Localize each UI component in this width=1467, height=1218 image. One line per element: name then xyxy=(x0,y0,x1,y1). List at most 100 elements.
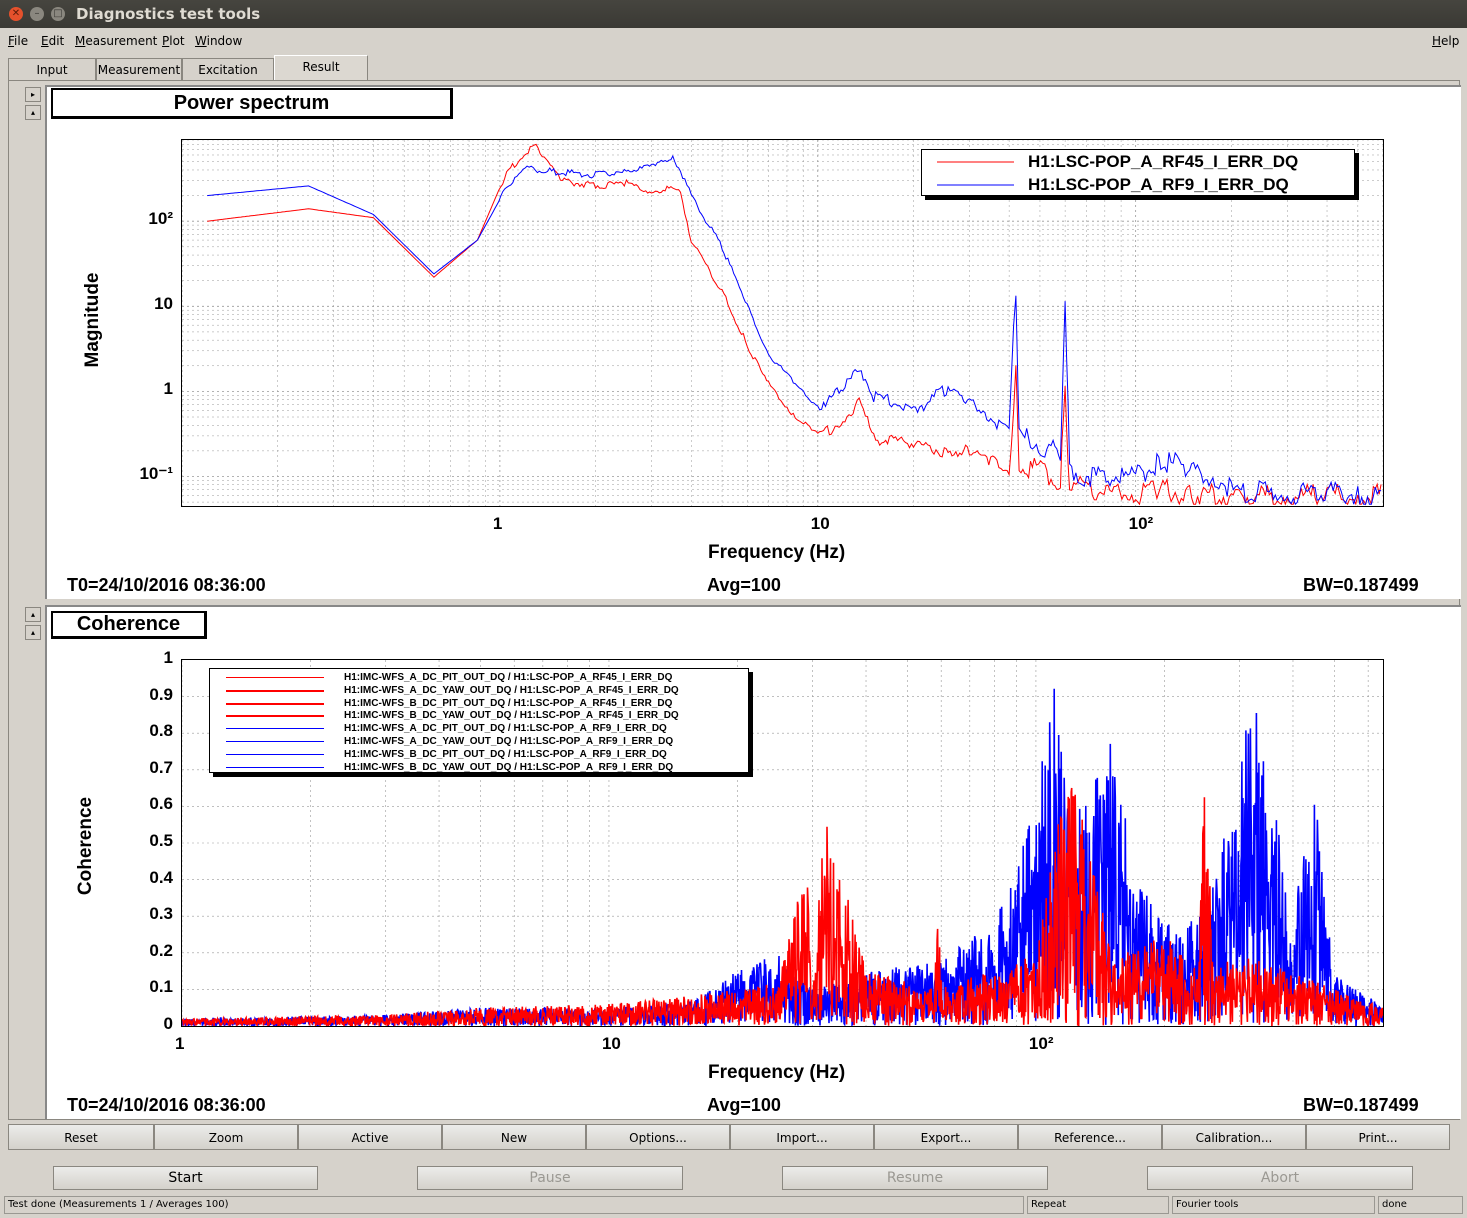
x-axis-title: Frequency (Hz) xyxy=(708,542,846,563)
y-tick-label: 0.2 xyxy=(149,940,173,960)
x-tick-label: 10² xyxy=(1128,514,1154,533)
import-button[interactable]: Import... xyxy=(730,1124,874,1150)
y-tick-label: 10² xyxy=(148,209,173,229)
legend-label: H1:IMC-WFS_A_DC_YAW_OUT_DQ / H1:LSC-POP_… xyxy=(344,684,679,696)
menu-file[interactable]: File xyxy=(8,34,28,48)
x-axis-title: Frequency (Hz) xyxy=(708,1062,846,1083)
calibration-button[interactable]: Calibration... xyxy=(1162,1124,1306,1150)
abort-button[interactable]: Abort xyxy=(1147,1166,1413,1190)
y-tick-label: 0.9 xyxy=(149,684,173,704)
menu-plot[interactable]: Plot xyxy=(162,34,185,48)
reset-button[interactable]: Reset xyxy=(8,1124,154,1150)
window-titlebar: ✕ – □ Diagnostics test tools xyxy=(0,0,1467,28)
status-repeat: Repeat xyxy=(1027,1196,1169,1214)
x-tick-label: 1 xyxy=(175,1034,185,1053)
legend-entry: H1:IMC-WFS_A_DC_YAW_OUT_DQ / H1:LSC-POP_… xyxy=(210,736,750,748)
tab-input[interactable]: Input xyxy=(8,58,96,80)
legend-label: H1:IMC-WFS_A_DC_PIT_OUT_DQ / H1:LSC-POP_… xyxy=(344,672,673,683)
plot-title[interactable]: Coherence xyxy=(51,611,207,639)
y-tick-label: 0.1 xyxy=(149,977,173,997)
pause-button[interactable]: Pause xyxy=(417,1166,683,1190)
tab-measurement[interactable]: Measurement xyxy=(96,58,182,80)
menu-window[interactable]: Window xyxy=(195,34,242,48)
legend-label: H1:IMC-WFS_B_DC_YAW_OUT_DQ / H1:LSC-POP_… xyxy=(344,761,674,773)
series-line-1 xyxy=(207,154,1382,506)
y-tick-label: 10⁻¹ xyxy=(139,464,173,484)
legend-label: H1:IMC-WFS_B_DC_YAW_OUT_DQ / H1:LSC-POP_… xyxy=(344,710,679,722)
y-axis-title: Coherence xyxy=(75,796,96,896)
menu-edit[interactable]: Edit xyxy=(41,34,64,48)
new-button[interactable]: New xyxy=(442,1124,586,1150)
bw-label: BW=0.187499 xyxy=(1303,1095,1419,1115)
y-axis-title: Magnitude xyxy=(82,272,103,368)
y-tick-label: 0.3 xyxy=(149,904,173,924)
y-tick-label: 0.8 xyxy=(149,721,173,741)
legend-label-rf45: H1:LSC-POP_A_RF45_I_ERR_DQ xyxy=(1028,152,1299,171)
legend-swatch xyxy=(226,741,324,742)
x-tick-label: 1 xyxy=(492,514,503,533)
t0-label: T0=24/10/2016 08:36:00 xyxy=(67,1095,266,1115)
export-button[interactable]: Export... xyxy=(874,1124,1018,1150)
maximize-icon[interactable]: □ xyxy=(51,7,65,21)
y-tick-label: 0.7 xyxy=(149,757,173,777)
y-tick-label: 1 xyxy=(163,379,173,399)
plot-title[interactable]: Power spectrum xyxy=(51,88,453,119)
legend-swatch xyxy=(226,677,324,678)
legend-entry: H1:IMC-WFS_A_DC_YAW_OUT_DQ / H1:LSC-POP_… xyxy=(210,685,750,697)
resume-button[interactable]: Resume xyxy=(782,1166,1048,1190)
legend-label: H1:IMC-WFS_B_DC_PIT_OUT_DQ / H1:LSC-POP_… xyxy=(344,697,673,709)
pad-up-arrow-icon[interactable]: ▴ xyxy=(25,607,41,622)
start-button[interactable]: Start xyxy=(53,1166,318,1190)
y-tick-label: 10 xyxy=(154,294,173,314)
print-button[interactable]: Print... xyxy=(1306,1124,1450,1150)
tab-result[interactable]: Result xyxy=(274,55,368,80)
menu-help[interactable]: Help xyxy=(1432,34,1459,48)
reference-button[interactable]: Reference... xyxy=(1018,1124,1162,1150)
legend-swatch xyxy=(226,766,324,768)
tab-excitation[interactable]: Excitation xyxy=(182,58,274,80)
status-bar: Test done (Measurements 1 / Averages 100… xyxy=(4,1196,1463,1214)
y-tick-label: 0.4 xyxy=(149,867,173,887)
menu-measurement[interactable]: Measurement xyxy=(75,34,157,48)
legend-swatch xyxy=(226,715,324,718)
close-icon[interactable]: ✕ xyxy=(9,7,23,21)
legend-swatch xyxy=(226,689,324,692)
pad-up-arrow-icon[interactable]: ▸ xyxy=(25,87,41,102)
pad-down-arrow-icon[interactable]: ▴ xyxy=(25,105,41,120)
window-title: Diagnostics test tools xyxy=(76,5,261,23)
y-tick-label: 0 xyxy=(163,1014,173,1033)
legend-label: H1:IMC-WFS_B_DC_PIT_OUT_DQ / H1:LSC-POP_… xyxy=(344,748,667,760)
legend-entry: H1:IMC-WFS_B_DC_YAW_OUT_DQ / H1:LSC-POP_… xyxy=(210,710,750,722)
x-tick-label: 10 xyxy=(601,1034,621,1053)
result-panel: ▸ ▴ Power spectrum Magnitude 1 10 10² 10⁻¹ 1… xyxy=(8,80,1461,1120)
legend-entry: H1:IMC-WFS_A_DC_PIT_OUT_DQ / H1:LSC-POP_… xyxy=(210,672,750,684)
legend[interactable]: H1:IMC-WFS_A_DC_PIT_OUT_DQ / H1:LSC-POP_… xyxy=(209,668,749,773)
status-fourier: Fourier tools xyxy=(1172,1196,1375,1214)
y-tick-label: 1 xyxy=(163,648,173,667)
x-tick-label: 10 xyxy=(810,514,830,533)
active-button[interactable]: Active xyxy=(298,1124,442,1150)
x-tick-label: 10² xyxy=(1028,1034,1054,1053)
t0-label: T0=24/10/2016 08:36:00 xyxy=(67,575,266,595)
plot-button-row: Reset Zoom Active New Options... Import.… xyxy=(8,1124,1455,1150)
legend-swatch xyxy=(226,702,324,705)
legend-label-rf9: H1:LSC-POP_A_RF9_I_ERR_DQ xyxy=(1028,175,1289,194)
legend-label: H1:IMC-WFS_A_DC_YAW_OUT_DQ / H1:LSC-POP_… xyxy=(344,736,674,747)
legend-entry: H1:IMC-WFS_A_DC_PIT_OUT_DQ / H1:LSC-POP_… xyxy=(210,723,750,735)
legend-entry: H1:IMC-WFS_B_DC_PIT_OUT_DQ / H1:LSC-POP_… xyxy=(210,698,750,710)
legend-entry: H1:IMC-WFS_B_DC_YAW_OUT_DQ / H1:LSC-POP_… xyxy=(210,762,750,774)
y-tick-label: 0.5 xyxy=(149,831,173,850)
minimize-icon[interactable]: – xyxy=(30,7,44,21)
legend-swatch xyxy=(226,728,324,730)
series-line-0 xyxy=(207,143,1382,506)
options-button[interactable]: Options... xyxy=(586,1124,730,1150)
status-message: Test done (Measurements 1 / Averages 100… xyxy=(4,1196,1024,1214)
zoom-button[interactable]: Zoom xyxy=(154,1124,298,1150)
y-tick-label: 0.6 xyxy=(149,794,173,814)
avg-label: Avg=100 xyxy=(707,1095,781,1115)
legend-entry: H1:IMC-WFS_B_DC_PIT_OUT_DQ / H1:LSC-POP_… xyxy=(210,749,750,761)
pad-down-arrow-icon[interactable]: ▴ xyxy=(25,625,41,640)
legend[interactable]: H1:LSC-POP_A_RF45_I_ERR_DQ H1:LSC-POP_A_… xyxy=(921,149,1355,196)
legend-label: H1:IMC-WFS_A_DC_PIT_OUT_DQ / H1:LSC-POP_… xyxy=(344,723,667,735)
power-spectrum-pad: Power spectrum Magnitude 1 10 10² 10⁻¹ 1 10 10… xyxy=(45,85,1461,599)
